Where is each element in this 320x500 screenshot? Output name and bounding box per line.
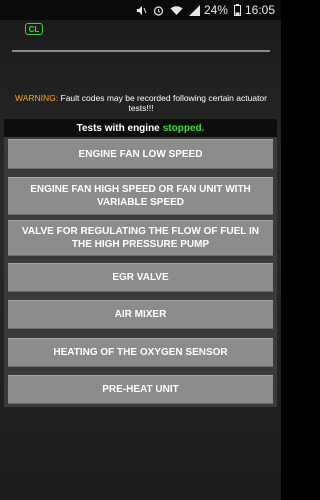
panel-title-prefix: Tests with engine — [76, 122, 160, 134]
test-button-oxygen-sensor-heating[interactable]: HEATING OF THE OXYGEN SENSOR — [8, 338, 273, 367]
cl-badge: CL — [25, 23, 43, 35]
battery-percent: 24% — [203, 3, 228, 17]
tests-panel: Tests with engine stopped. ENGINE FAN LO… — [4, 119, 277, 407]
warning-message: WARNING: Fault codes may be recorded fol… — [8, 93, 274, 113]
test-button-pre-heat-unit[interactable]: PRE-HEAT UNIT — [8, 375, 273, 404]
test-button-air-mixer[interactable]: AIR MIXER — [8, 300, 273, 329]
signal-icon — [188, 4, 200, 16]
engine-state: stopped. — [162, 122, 205, 134]
test-button-fuel-flow-valve[interactable]: VALVE FOR REGULATING THE FLOW OF FUEL IN… — [8, 220, 273, 256]
app-screen: 24% 16:05 CL WARNING: Fault codes may be… — [0, 0, 281, 500]
divider — [12, 50, 270, 52]
wifi-icon — [170, 5, 183, 16]
test-button-egr-valve[interactable]: EGR VALVE — [8, 263, 273, 292]
alarm-icon — [153, 5, 164, 16]
status-bar: 24% 16:05 — [0, 0, 281, 20]
warning-text: Fault codes may be recorded following ce… — [60, 93, 267, 113]
test-button-engine-fan-low-speed[interactable]: ENGINE FAN LOW SPEED — [8, 139, 273, 169]
mute-icon — [136, 5, 147, 16]
clock: 16:05 — [244, 3, 275, 17]
panel-title: Tests with engine stopped. — [4, 119, 277, 137]
warning-label: WARNING: — [15, 93, 59, 103]
battery-icon — [233, 4, 241, 16]
test-button-engine-fan-high-speed[interactable]: ENGINE FAN HIGH SPEED OR FAN UNIT WITH V… — [8, 177, 273, 215]
